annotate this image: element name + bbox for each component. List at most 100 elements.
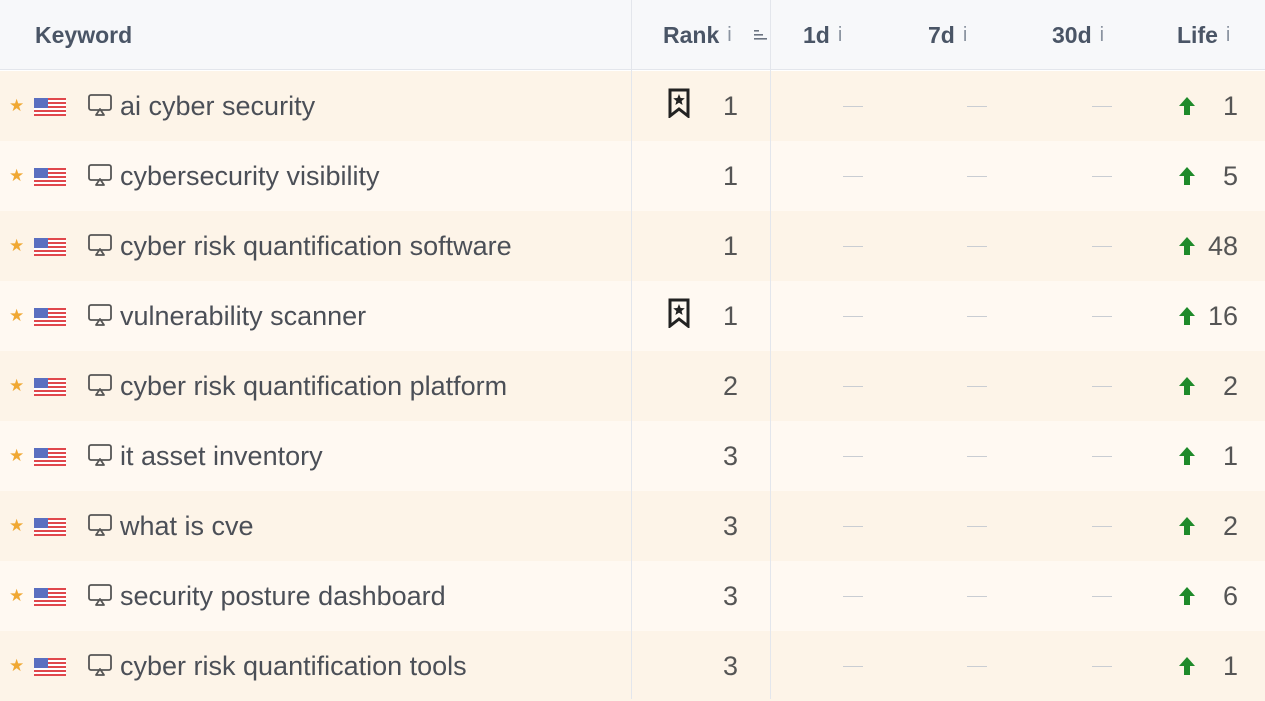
keyword-text[interactable]: cyber risk quantification tools xyxy=(120,631,467,701)
us-flag-icon xyxy=(34,378,66,396)
us-flag-icon xyxy=(34,168,66,186)
d30-empty-value xyxy=(1092,246,1112,247)
header-life[interactable]: Life i xyxy=(1177,0,1230,70)
d30-empty-value xyxy=(1092,596,1112,597)
arrow-up-icon xyxy=(1179,657,1195,675)
keyword-text[interactable]: what is cve xyxy=(120,491,254,561)
d7-empty-value xyxy=(967,456,987,457)
desktop-device-icon xyxy=(88,164,112,186)
d30-empty-value xyxy=(1092,106,1112,107)
d30-empty-value xyxy=(1092,176,1112,177)
us-flag-icon xyxy=(34,518,66,536)
header-1d[interactable]: 1d i xyxy=(803,0,842,70)
30d-info-icon[interactable]: i xyxy=(1100,24,1104,47)
us-flag-icon xyxy=(34,658,66,676)
star-icon[interactable]: ★ xyxy=(9,517,24,534)
d1-empty-value xyxy=(843,176,863,177)
column-divider xyxy=(770,0,771,699)
desktop-device-icon xyxy=(88,304,112,326)
rank-value: 1 xyxy=(722,230,738,261)
desktop-device-icon xyxy=(88,444,112,466)
d7-empty-value xyxy=(967,666,987,667)
keyword-text[interactable]: ai cyber security xyxy=(120,71,315,141)
header-30d-label: 30d xyxy=(1052,21,1092,48)
d1-empty-value xyxy=(843,596,863,597)
d7-empty-value xyxy=(967,526,987,527)
star-icon[interactable]: ★ xyxy=(9,587,24,604)
d1-empty-value xyxy=(843,456,863,457)
header-rank[interactable]: Rank i xyxy=(663,0,732,70)
bookmark-star-icon[interactable] xyxy=(667,298,691,328)
us-flag-icon xyxy=(34,588,66,606)
star-icon[interactable]: ★ xyxy=(9,377,24,394)
keyword-text[interactable]: vulnerability scanner xyxy=(120,281,366,351)
d7-empty-value xyxy=(967,246,987,247)
header-keyword[interactable]: Keyword xyxy=(35,0,132,70)
d30-empty-value xyxy=(1092,316,1112,317)
desktop-device-icon xyxy=(88,374,112,396)
rank-value: 3 xyxy=(722,510,738,541)
star-icon[interactable]: ★ xyxy=(9,307,24,324)
arrow-up-icon xyxy=(1179,237,1195,255)
us-flag-icon xyxy=(34,238,66,256)
d30-empty-value xyxy=(1092,526,1112,527)
rank-value: 3 xyxy=(722,440,738,471)
arrow-up-icon xyxy=(1179,517,1195,535)
header-7d[interactable]: 7d i xyxy=(928,0,967,70)
star-icon[interactable]: ★ xyxy=(9,657,24,674)
d1-empty-value xyxy=(843,386,863,387)
keyword-text[interactable]: cyber risk quantification software xyxy=(120,211,512,281)
life-value: 1 xyxy=(1222,90,1238,121)
desktop-device-icon xyxy=(88,234,112,256)
life-value: 1 xyxy=(1222,440,1238,471)
header-rank-label: Rank xyxy=(663,21,720,48)
life-value: 48 xyxy=(1207,230,1238,261)
7d-info-icon[interactable]: i xyxy=(963,24,967,47)
column-divider xyxy=(631,0,632,699)
table-row[interactable]: ★ cyber risk quantification software 1 48 xyxy=(0,211,1265,281)
1d-info-icon[interactable]: i xyxy=(838,24,842,47)
d30-empty-value xyxy=(1092,456,1112,457)
us-flag-icon xyxy=(34,448,66,466)
keyword-text[interactable]: it asset inventory xyxy=(120,421,323,491)
table-row[interactable]: ★ ai cyber security 1 1 xyxy=(0,71,1265,141)
header-life-label: Life xyxy=(1177,21,1218,48)
rank-value: 1 xyxy=(722,160,738,191)
desktop-device-icon xyxy=(88,514,112,536)
table-row[interactable]: ★ it asset inventory 3 1 xyxy=(0,421,1265,491)
sort-icon[interactable] xyxy=(753,25,769,45)
d7-empty-value xyxy=(967,106,987,107)
bookmark-star-icon[interactable] xyxy=(667,88,691,118)
header-30d[interactable]: 30d i xyxy=(1052,0,1104,70)
table-row[interactable]: ★ cyber risk quantification tools 3 1 xyxy=(0,631,1265,701)
arrow-up-icon xyxy=(1179,587,1195,605)
desktop-device-icon xyxy=(88,654,112,676)
star-icon[interactable]: ★ xyxy=(9,447,24,464)
life-info-icon[interactable]: i xyxy=(1226,24,1230,47)
header-7d-label: 7d xyxy=(928,21,955,48)
table-row[interactable]: ★ cybersecurity visibility 1 5 xyxy=(0,141,1265,211)
rank-info-icon[interactable]: i xyxy=(727,24,731,47)
table-row[interactable]: ★ security posture dashboard 3 6 xyxy=(0,561,1265,631)
star-icon[interactable]: ★ xyxy=(9,167,24,184)
us-flag-icon xyxy=(34,98,66,116)
table-row[interactable]: ★ vulnerability scanner 1 16 xyxy=(0,281,1265,351)
d30-empty-value xyxy=(1092,666,1112,667)
desktop-device-icon xyxy=(88,94,112,116)
rank-value: 3 xyxy=(722,580,738,611)
star-icon[interactable]: ★ xyxy=(9,237,24,254)
arrow-up-icon xyxy=(1179,447,1195,465)
d7-empty-value xyxy=(967,386,987,387)
keyword-text[interactable]: cybersecurity visibility xyxy=(120,141,380,211)
d1-empty-value xyxy=(843,666,863,667)
us-flag-icon xyxy=(34,308,66,326)
table-row[interactable]: ★ cyber risk quantification platform 2 2 xyxy=(0,351,1265,421)
rank-value: 1 xyxy=(722,90,738,121)
keyword-text[interactable]: security posture dashboard xyxy=(120,561,446,631)
star-icon[interactable]: ★ xyxy=(9,97,24,114)
keyword-text[interactable]: cyber risk quantification platform xyxy=(120,351,507,421)
table-row[interactable]: ★ what is cve 3 2 xyxy=(0,491,1265,561)
arrow-up-icon xyxy=(1179,377,1195,395)
header-keyword-label: Keyword xyxy=(35,21,133,48)
header-1d-label: 1d xyxy=(803,21,830,48)
